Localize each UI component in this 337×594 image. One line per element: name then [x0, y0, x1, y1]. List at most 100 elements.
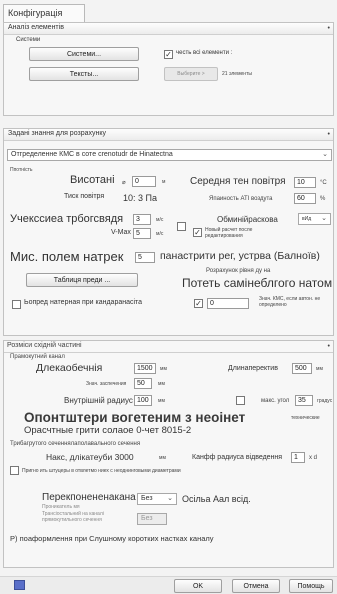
- heading-big: Опонтштери вогетеним з неоінет: [24, 410, 246, 425]
- height-label: Висотані: [70, 174, 115, 186]
- recon-select-value: Без: [141, 495, 153, 502]
- sizes-title: Розміси східній частині: [7, 342, 82, 349]
- avg-temp-input[interactable]: 10: [294, 177, 316, 188]
- heading-note: технические: [291, 415, 320, 421]
- recon2-label: Трансіостальний на каналі прямокутильног…: [42, 511, 104, 523]
- method-value: Отгределенне КМС в сотe crenotudr de Hin…: [11, 151, 173, 158]
- calc-level-label: Розрахунок рівня ду на: [206, 268, 271, 274]
- uchkese-unit: м/с: [156, 217, 164, 223]
- new-calc-checkbox[interactable]: ✓: [193, 228, 202, 237]
- collapse-icon[interactable]: •: [328, 131, 330, 138]
- loop-value-checkbox[interactable]: ✓: [194, 299, 203, 308]
- help-button[interactable]: Помощь: [289, 579, 333, 593]
- vmax-input[interactable]: 5: [133, 228, 151, 239]
- analysis-title: Аналіз елементів: [8, 24, 64, 31]
- field-after: панастрити рег, устрва (Балноїв): [160, 250, 320, 262]
- systems-button[interactable]: Системи...: [29, 47, 139, 61]
- text-button[interactable]: Тексты...: [29, 67, 139, 81]
- analysis-panel: Аналіз елементів • Системи Системи... Те…: [3, 22, 334, 116]
- method-select[interactable]: Отгределенне КМС в сотe crenotudr de Hin…: [7, 149, 332, 161]
- potet-label: Потеть самінеблгого натом: [182, 276, 333, 290]
- dialog-footer: OK Отмена Помощь: [0, 576, 337, 594]
- length-unit: мм: [160, 366, 167, 372]
- trib-title: Трибагрутого сеченнялаполавального сечен…: [10, 441, 141, 447]
- trib-nom-label: Накс, длікатеуби 3000: [46, 452, 134, 462]
- app-icon: [14, 580, 25, 590]
- collapse-icon[interactable]: •: [328, 343, 330, 350]
- recon-label: Перекпонененакана: [42, 492, 136, 503]
- length2-label: Длинаперектив: [228, 365, 278, 372]
- chevron-down-icon: ⌄: [321, 215, 327, 222]
- rounding-unit: мм: [158, 381, 165, 387]
- vmax-label: V-Max: [111, 229, 131, 236]
- trib-coef-input[interactable]: 1: [291, 452, 305, 463]
- systems-label: Системи: [16, 37, 41, 43]
- length-input[interactable]: 1500: [134, 363, 156, 374]
- obmin-select[interactable]: вИд ⌄: [298, 213, 331, 225]
- inner-radius-input[interactable]: 100: [134, 395, 152, 406]
- trib-checkbox[interactable]: [10, 466, 19, 475]
- new-calc-label: Новый расчет после редактирования: [205, 227, 253, 239]
- trib-checkbox-label: Пригно ить штуцеры в отвлетмо ниех с нео…: [22, 468, 181, 474]
- select-button[interactable]: Выберите >: [164, 67, 218, 81]
- max-angle-unit: градус: [317, 398, 333, 404]
- ok-button[interactable]: OK: [174, 579, 222, 593]
- recon-select[interactable]: Без ⌄: [137, 493, 177, 505]
- rounding-input[interactable]: 50: [134, 378, 152, 389]
- params-title: Задані знання для розрахунку: [8, 130, 107, 137]
- params-panel: Задані знання для розрахунку • Отгределе…: [3, 128, 334, 336]
- uchkese-label: Учекссиеа трбогсвядя: [10, 213, 124, 225]
- tab-configuration[interactable]: Конфігурація: [3, 4, 85, 22]
- recon2-select[interactable]: Без: [137, 513, 167, 525]
- recon2-select-value: Без: [141, 515, 153, 522]
- loop-label: Ьопред натерная при кандаранасіта: [24, 299, 143, 306]
- inner-radius-unit: мм: [158, 398, 165, 404]
- field-input[interactable]: 5: [135, 252, 155, 263]
- select-all-label: честь всі елементи :: [176, 50, 233, 56]
- table-button[interactable]: Таблиця преди ...: [26, 273, 138, 287]
- length2-input[interactable]: 500: [292, 363, 312, 374]
- loop-note: Знач. КМС, если автон. не определено: [259, 296, 321, 308]
- height-input[interactable]: 0: [132, 176, 156, 187]
- humidity-input[interactable]: 60: [294, 193, 316, 204]
- max-angle-label: макс. угол: [261, 398, 290, 404]
- channel-label: Прамокутний канал: [10, 354, 65, 360]
- collapse-icon[interactable]: •: [328, 25, 330, 32]
- elements-count: 21 элементы: [222, 71, 252, 77]
- notify-label: Р) поаформлення при Слушному коротких на…: [10, 534, 214, 543]
- max-angle-checkbox[interactable]: [236, 396, 245, 405]
- height-unit: м: [162, 179, 166, 185]
- avg-temp-label: Середня тен повітря: [190, 176, 286, 187]
- trib-nom-unit: мм: [159, 455, 166, 461]
- recon-after: Осільа Аал всід.: [182, 494, 251, 504]
- recon-sub: Проникатель мя: [42, 504, 80, 510]
- sizes-divider: [4, 352, 333, 353]
- loop-value-input[interactable]: 0: [207, 298, 249, 309]
- rounding-label: Знач. заспечения: [86, 381, 127, 387]
- humidity-label: Япаиность АТІ воздута: [209, 196, 273, 202]
- avg-temp-unit: °C: [320, 180, 327, 186]
- params-header: Задані знання для розрахунку •: [4, 129, 333, 141]
- pressure-value: 10: 3 Па: [123, 193, 157, 203]
- chevron-down-icon: ⌄: [322, 151, 328, 158]
- analysis-header: Аналіз елементів •: [4, 23, 333, 35]
- length-label: Длекаобечнія: [36, 362, 103, 374]
- inner-radius-label: Внутрішній радиус: [64, 396, 133, 405]
- density-label: Ппотність: [10, 167, 33, 173]
- cancel-button[interactable]: Отмена: [232, 579, 280, 593]
- loop-checkbox[interactable]: [12, 300, 21, 309]
- vmax-checkbox[interactable]: [177, 222, 186, 231]
- pressure-label: Тиск повітря: [64, 193, 105, 200]
- select-all-checkbox[interactable]: ✓: [164, 50, 173, 59]
- field-label: Мис. полем натрек: [10, 249, 124, 264]
- humidity-unit: %: [320, 196, 326, 202]
- uchkese-input[interactable]: 3: [133, 214, 151, 225]
- trib-coef-unit: x d: [309, 455, 318, 461]
- max-angle-input[interactable]: 35: [295, 395, 313, 406]
- obmin-label: Обминійраскова: [217, 215, 278, 224]
- height-prefix: ⌀: [122, 180, 126, 186]
- chevron-down-icon: ⌄: [167, 495, 173, 502]
- vmax-unit: м/с: [156, 231, 164, 237]
- sizes-panel: Розміси східній частині • Прамокутний ка…: [3, 340, 334, 568]
- obmin-value: вИд: [302, 216, 312, 222]
